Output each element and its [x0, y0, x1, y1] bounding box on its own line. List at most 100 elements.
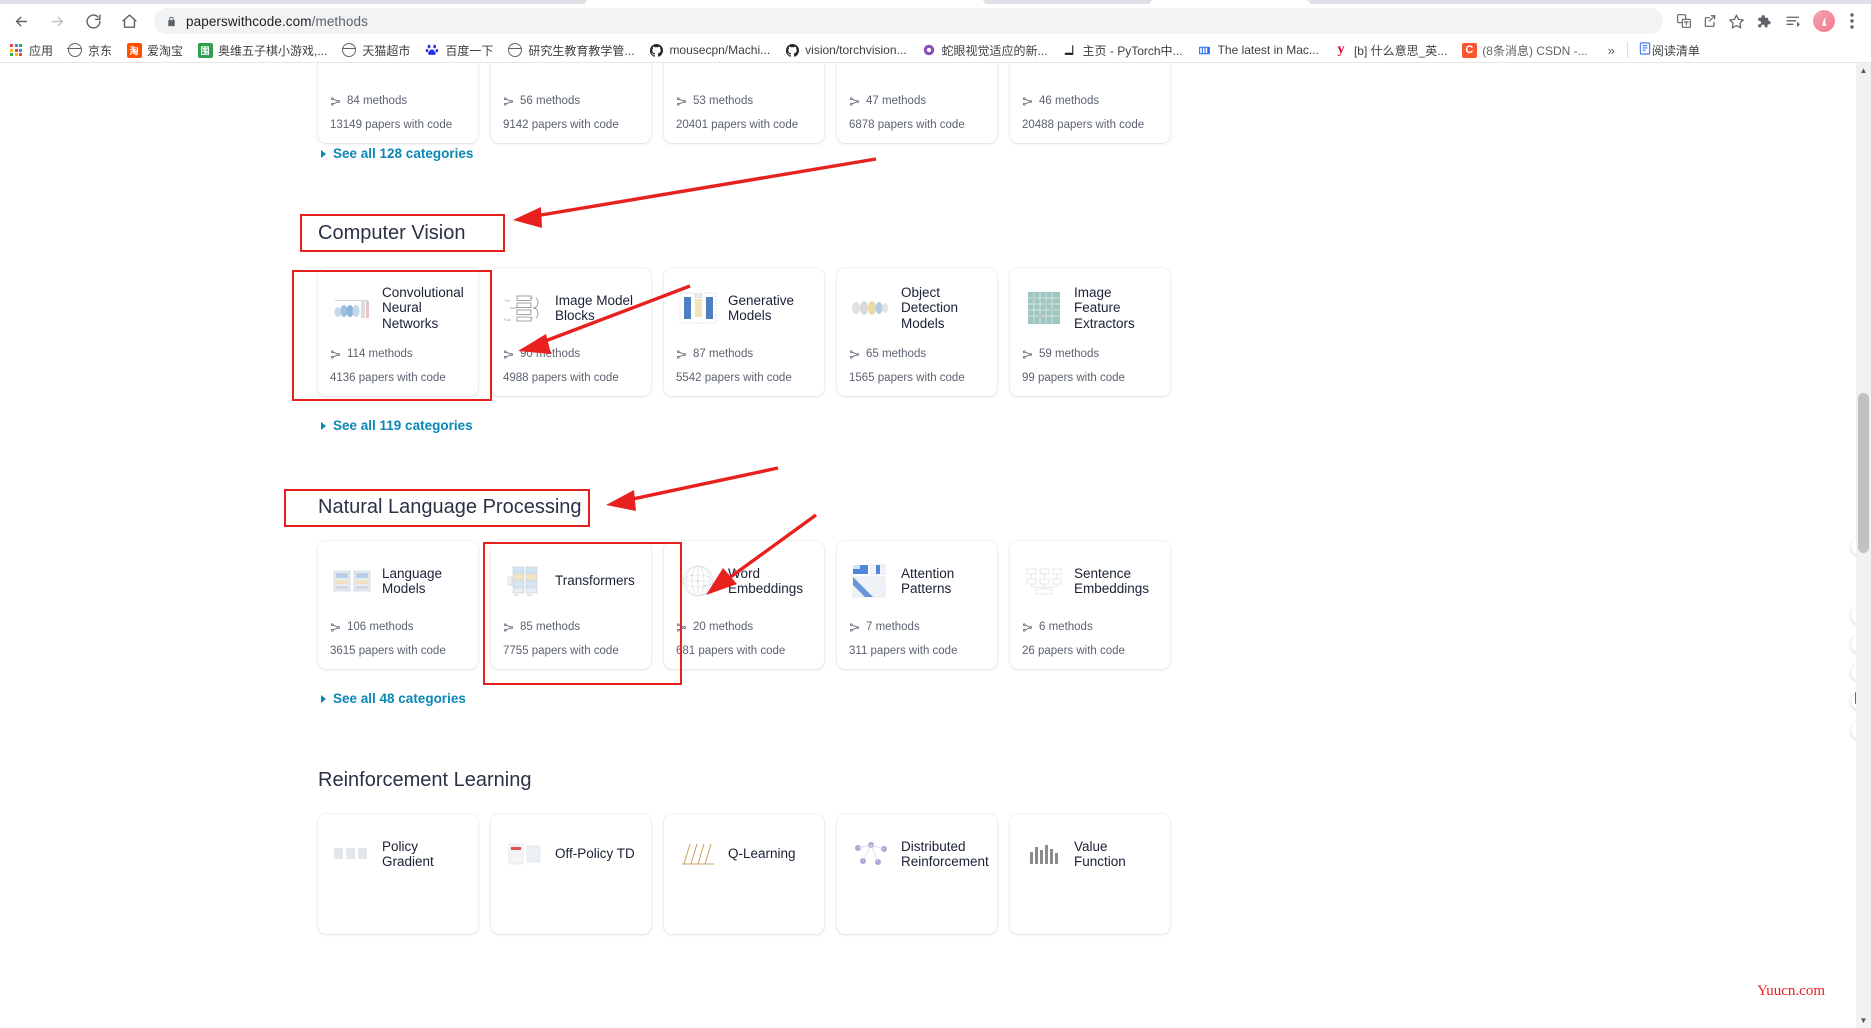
nlp-cards-row: Language Models 106 methods 3615 papers … — [318, 541, 1170, 669]
card-image-model-blocks[interactable]: Fin Fout Image Model Blocks 90 methods 4… — [491, 268, 651, 396]
category-card[interactable]: 56 methods 9142 papers with code — [491, 63, 651, 143]
bookmark-mac-news[interactable]: The latest in Mac... — [1191, 39, 1325, 61]
bookmark-jd[interactable]: 京东 — [61, 39, 118, 61]
card-title: Off-Policy TD — [555, 846, 635, 862]
reading-list-icon[interactable] — [1779, 7, 1807, 35]
methods-icon — [503, 96, 514, 106]
bookmark-label: 研究生教育教学管... — [528, 43, 635, 58]
card-header: Policy Gradient — [330, 826, 466, 882]
bookmark-label: vision/torchvision... — [805, 43, 907, 57]
card-policy-gradient[interactable]: Policy Gradient — [318, 814, 478, 934]
card-title: Value Function — [1074, 838, 1126, 870]
card-title: Transformers — [555, 573, 635, 589]
three-dot-menu-icon[interactable] — [1839, 7, 1865, 35]
methods-icon — [330, 622, 341, 632]
bookmark-label: 百度一下 — [445, 43, 494, 58]
bookmark-github-mousecpn[interactable]: mousecpn/Machi... — [642, 39, 776, 61]
card-word-embeddings[interactable]: Word Embeddings 20 methods 681 papers wi… — [664, 541, 824, 669]
bookmark-github-torchvision[interactable]: vision/torchvision... — [778, 39, 912, 61]
card-transformers[interactable]: Enc Dec Transformers 85 methods 7755 pape… — [491, 541, 651, 669]
card-q-learning[interactable]: Q-Learning — [664, 814, 824, 934]
scroll-down-arrow[interactable]: ▼ — [1856, 1013, 1871, 1028]
lock-icon — [166, 15, 177, 28]
methods-stat: 20 methods — [676, 621, 812, 633]
q-learning-thumb — [676, 836, 720, 872]
card-distributed-reinforcement[interactable]: Distributed Reinforcement — [837, 814, 997, 934]
bookmark-game[interactable]: 围 奥维五子棋小游戏,... — [191, 39, 333, 61]
bookmark-label: [b] 什么意思_英... — [1353, 43, 1448, 58]
bookmark-zhihu[interactable]: 蛇眼视觉适应的新... — [915, 39, 1054, 61]
share-icon[interactable] — [1697, 8, 1723, 34]
globe-icon — [341, 42, 357, 58]
arrow-to-natural-language-processing — [606, 466, 779, 511]
bookmark-tmall[interactable]: 天猫超市 — [335, 39, 416, 61]
card-header: Value Function — [1022, 826, 1158, 882]
bookmark-research[interactable]: 研究生教育教学管... — [501, 39, 640, 61]
card-convolutional-neural-networks[interactable]: Convolutional Neural Networks 114 method… — [318, 268, 478, 396]
csdn-icon: C — [1461, 42, 1477, 58]
methods-count: 85 methods — [520, 621, 581, 633]
reading-list-button[interactable]: 阅读清单 — [1634, 41, 1704, 59]
card-image-feature-extractors[interactable]: Image Feature Extractors 59 methods 99 p… — [1010, 268, 1170, 396]
card-stats: 106 methods 3615 papers with code — [330, 621, 466, 657]
zhihu-icon — [921, 42, 937, 58]
scrollbar-thumb[interactable] — [1858, 393, 1869, 553]
reading-list-icon — [1638, 41, 1652, 59]
bookmark-star-icon[interactable] — [1723, 8, 1749, 34]
methods-count: 7 methods — [866, 621, 920, 633]
taobao-icon: 淘 — [126, 42, 142, 58]
card-off-policy-td[interactable]: Off-Policy TD — [491, 814, 651, 934]
home-icon[interactable] — [114, 6, 144, 36]
card-stats: 53 methods 20401 papers with code — [676, 95, 812, 131]
card-sentence-embeddings[interactable]: Sentence Embeddings 6 methods 26 papers … — [1010, 541, 1170, 669]
card-title: Sentence Embeddings — [1074, 565, 1150, 597]
game-icon: 围 — [197, 42, 213, 58]
reload-icon[interactable] — [78, 6, 108, 36]
scroll-up-arrow[interactable]: ▲ — [1856, 63, 1871, 78]
bookmark-baidu[interactable]: 百度一下 — [418, 39, 499, 61]
card-generative-models[interactable]: Generative Models 87 methods 5542 papers… — [664, 268, 824, 396]
methods-stat: 6 methods — [1022, 621, 1158, 633]
bookmarks-bar: 应用 京东 淘 爱淘宝 围 奥维五子棋小游戏,... 天猫超市 百度一下 研究生… — [0, 38, 1871, 62]
policy-gradient-thumb — [330, 836, 374, 872]
avatar[interactable] — [1813, 10, 1835, 32]
card-header — [849, 63, 985, 83]
transformer-stack-thumb: Enc Dec — [503, 563, 547, 599]
category-card[interactable]: 47 methods 6878 papers with code — [837, 63, 997, 143]
back-arrow-icon[interactable] — [6, 6, 36, 36]
detector-diagram-thumb — [849, 290, 893, 326]
cnn-diagram-thumb — [330, 290, 374, 326]
papers-count: 20401 papers with code — [676, 119, 799, 131]
see-all-128-link[interactable]: See all 128 categories — [321, 146, 473, 161]
watermark: Yuucn.com — [1757, 983, 1825, 999]
category-card[interactable]: 46 methods 20488 papers with code — [1010, 63, 1170, 143]
forward-arrow-icon[interactable] — [42, 6, 72, 36]
card-language-models[interactable]: Language Models 106 methods 3615 papers … — [318, 541, 478, 669]
translate-icon[interactable] — [1671, 8, 1697, 34]
address-bar[interactable]: paperswithcode.com/methods — [154, 8, 1663, 34]
methods-icon — [330, 349, 341, 359]
extensions-puzzle-icon[interactable] — [1749, 7, 1777, 35]
card-stats: 90 methods 4988 papers with code — [503, 348, 639, 384]
bookmarks-overflow-button[interactable]: » — [1602, 43, 1621, 58]
card-stats: 114 methods 4136 papers with code — [330, 348, 466, 384]
category-card[interactable]: 84 methods 13149 papers with code — [318, 63, 478, 143]
reinforcement-learning-cards-row: Policy Gradient Off-Policy TD Q-Learning… — [318, 814, 1170, 934]
papers-count: 1565 papers with code — [849, 372, 965, 384]
bookmark-csdn[interactable]: C (8条消息) CSDN -... — [1455, 39, 1593, 61]
vertical-scrollbar[interactable]: ▲ ▼ — [1856, 63, 1871, 1028]
sphere-embedding-thumb — [676, 563, 720, 599]
yandex-icon: y — [1337, 42, 1345, 57]
card-value-function[interactable]: Value Function — [1010, 814, 1170, 934]
svg-text:Fout: Fout — [504, 318, 510, 322]
page-viewport: 84 methods 13149 papers with code 56 met… — [0, 63, 1871, 1028]
card-attention-patterns[interactable]: Attention Patterns 7 methods 311 papers … — [837, 541, 997, 669]
category-card[interactable]: 53 methods 20401 papers with code — [664, 63, 824, 143]
bookmark-yandex[interactable]: y [b] 什么意思_英... — [1327, 39, 1453, 61]
see-all-119-link[interactable]: See all 119 categories — [321, 418, 473, 433]
bookmark-taobao[interactable]: 淘 爱淘宝 — [120, 39, 189, 61]
see-all-48-link[interactable]: See all 48 categories — [321, 691, 466, 706]
card-object-detection-models[interactable]: Object Detection Models 65 methods 1565 … — [837, 268, 997, 396]
bookmark-pytorch[interactable]: 主页 - PyTorch中... — [1056, 39, 1189, 61]
bookmark-apps[interactable]: 应用 — [2, 39, 59, 61]
